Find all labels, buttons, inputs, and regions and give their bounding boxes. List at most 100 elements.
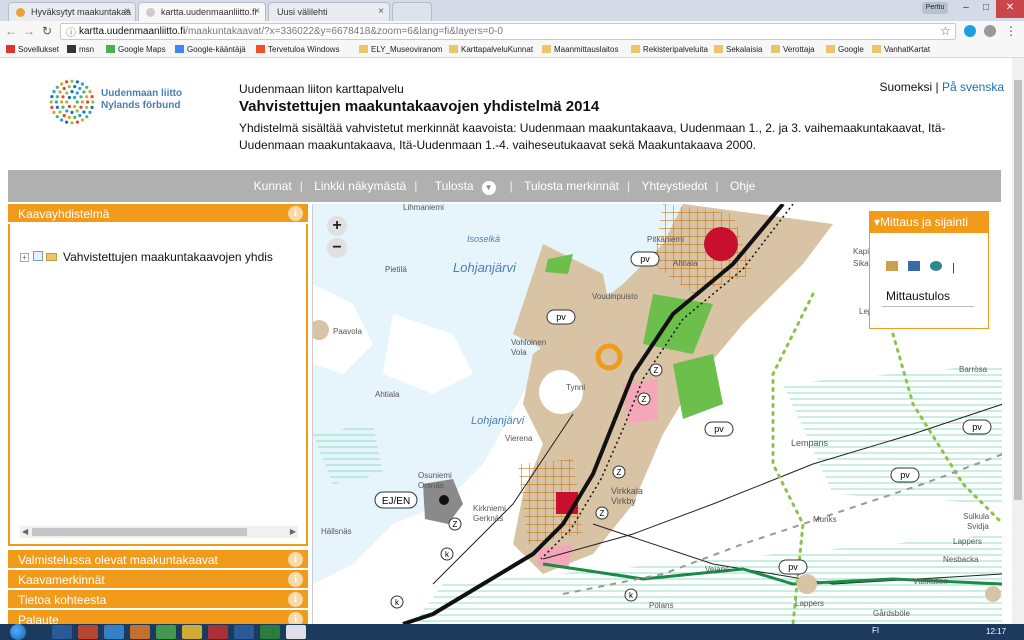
extension-icon[interactable]: [984, 25, 996, 37]
bookmark-star-icon[interactable]: ☆: [940, 24, 951, 38]
scrollbar-thumb[interactable]: [32, 528, 247, 536]
logo-dot: [58, 110, 62, 114]
expand-icon[interactable]: +: [20, 253, 29, 262]
measure-panel-header[interactable]: ▾Mittaus ja sijainti: [870, 212, 988, 233]
info-icon[interactable]: i: [288, 572, 303, 587]
section-valmistelussa-header[interactable]: Valmistelussa olevat maakuntakaavat i: [8, 550, 308, 570]
bookmark-item[interactable]: Sekalaisia: [714, 45, 762, 54]
info-icon[interactable]: i: [288, 612, 303, 624]
logo-dot: [55, 115, 59, 119]
section-kaavamerkinnat-header[interactable]: Kaavamerkinnät i: [8, 570, 308, 590]
back-icon[interactable]: ←: [4, 24, 18, 38]
minimize-icon[interactable]: –: [956, 0, 976, 18]
lang-swedish-link[interactable]: På svenska: [942, 80, 1004, 94]
bookmark-item[interactable]: Sovellukset: [6, 45, 59, 54]
section-kaavayhdistelma-header[interactable]: Kaavayhdistelmä i: [8, 204, 308, 224]
zoom-in-button[interactable]: +: [327, 216, 347, 236]
reload-icon[interactable]: ↻: [40, 24, 54, 38]
bookmark-item[interactable]: msn: [67, 45, 94, 54]
scroll-right-icon[interactable]: ▶: [290, 526, 296, 538]
bookmark-item[interactable]: Rekisteripalveluita: [631, 45, 708, 54]
place-label: Vierena: [505, 434, 533, 443]
bookmark-item[interactable]: Verottaja: [771, 45, 815, 54]
measure-area-icon[interactable]: [908, 261, 920, 271]
close-icon[interactable]: ×: [254, 6, 260, 17]
bookmark-item[interactable]: KarttapalveluKunnat: [449, 45, 533, 54]
logo-dot: [73, 115, 77, 119]
menu-item-kunnat[interactable]: Kunnat: [254, 179, 292, 193]
tray-language[interactable]: FI: [872, 626, 879, 635]
section-title: Palaute: [18, 613, 59, 624]
place-label: Virkkala: [611, 486, 643, 496]
browser-tab-3[interactable]: Uusi välilehti ×: [268, 2, 390, 21]
bookmark-item[interactable]: ELY_Museoviranom: [359, 45, 442, 54]
close-window-icon[interactable]: ✕: [996, 0, 1024, 18]
url-input[interactable]: ⓘ kartta.uudenmaanliitto.fi/maakuntakaav…: [60, 23, 956, 40]
taskbar-app-icon[interactable]: [78, 625, 98, 639]
logo-dot: [54, 100, 58, 104]
taskbar-app-icon[interactable]: [52, 625, 72, 639]
menu-item-ohje[interactable]: Ohje: [730, 179, 755, 193]
layer-checkbox[interactable]: [33, 251, 43, 261]
menu-separator: |: [414, 179, 418, 193]
start-button[interactable]: [10, 624, 26, 640]
taskbar-app-icon[interactable]: [130, 625, 150, 639]
page-info-icon[interactable]: ⓘ: [66, 26, 76, 41]
taskbar-app-icon[interactable]: [208, 625, 228, 639]
tree-item[interactable]: + Vahvistettujen maakuntakaavojen yhdis: [20, 250, 273, 264]
page-scrollbar[interactable]: [1012, 58, 1024, 624]
info-icon[interactable]: i: [288, 592, 303, 607]
scroll-left-icon[interactable]: ◀: [22, 526, 28, 538]
new-tab-button[interactable]: [392, 2, 432, 21]
section-title: Kaavamerkinnät: [18, 573, 105, 587]
zoom-out-button[interactable]: −: [327, 238, 347, 258]
forward-icon[interactable]: →: [22, 24, 36, 38]
measure-panel: ▾Mittaus ja sijainti | Mittaustulos: [869, 211, 989, 329]
maximize-icon[interactable]: □: [976, 0, 996, 18]
measure-distance-icon[interactable]: [886, 261, 898, 271]
info-icon[interactable]: i: [288, 552, 303, 567]
menu-item-yhteystiedot[interactable]: Yhteystiedot: [641, 179, 707, 193]
bookmark-item[interactable]: Tervetuloa Windows: [256, 45, 340, 54]
lang-separator: |: [935, 80, 939, 94]
profile-chip[interactable]: Perttu: [922, 2, 948, 14]
info-icon[interactable]: i: [288, 206, 303, 221]
horizontal-scrollbar[interactable]: ◀ ▶: [20, 526, 298, 538]
scrollbar-thumb[interactable]: [1014, 80, 1022, 500]
close-icon[interactable]: ×: [378, 6, 384, 17]
menu-icon[interactable]: ⋮: [1004, 24, 1018, 38]
bookmark-item[interactable]: Google Maps: [106, 45, 166, 54]
bookmark-item[interactable]: Google: [826, 45, 864, 54]
taskbar-app-icon[interactable]: [260, 625, 280, 639]
red-circle-marker[interactable]: [704, 227, 738, 261]
taskbar-app-icon[interactable]: [156, 625, 176, 639]
place-label: Kirkniemi: [473, 504, 506, 513]
section-tietoa-kohteesta-header[interactable]: Tietoa kohteesta i: [8, 590, 308, 610]
map-view[interactable]: pv pv pv pv pv pv EJ/EN Z Z Z Z Z k k k …: [312, 204, 1002, 624]
bookmark-item[interactable]: Google-kääntäjä: [175, 45, 246, 54]
taskbar-app-icon[interactable]: [182, 625, 202, 639]
clock[interactable]: 12:17: [986, 627, 1006, 636]
logo-dot: [85, 85, 89, 89]
lang-current[interactable]: Suomeksi: [879, 80, 932, 94]
taskbar-app-icon[interactable]: [104, 625, 124, 639]
chevron-down-icon[interactable]: ▼: [481, 181, 496, 195]
close-icon[interactable]: ×: [124, 6, 130, 17]
menu-item-tulosta-merkinnat[interactable]: Tulosta merkinnät: [524, 179, 619, 193]
divider: [882, 306, 974, 307]
bookmark-item[interactable]: VanhatKartat: [872, 45, 930, 54]
section-title: Tietoa kohteesta: [18, 593, 107, 607]
section-palaute-header[interactable]: Palaute i: [8, 610, 308, 624]
globe-icon[interactable]: [930, 261, 942, 271]
extension-icon[interactable]: [964, 25, 976, 37]
browser-tab-2[interactable]: kartta.uudenmaanliitto.fi ×: [138, 2, 266, 21]
menu-item-linkki[interactable]: Linkki näkymästä: [314, 179, 406, 193]
logo-dot: [52, 90, 56, 94]
browser-tab-1[interactable]: Hyväksytyt maakuntakaa ×: [8, 2, 136, 21]
taskbar-app-icon[interactable]: [286, 625, 306, 639]
taskbar-app-icon[interactable]: [234, 625, 254, 639]
menu-item-tulosta[interactable]: Tulosta ▼: [429, 179, 502, 195]
bookmark-item[interactable]: Maanmittauslaitos: [542, 45, 618, 54]
page-title: Vahvistettujen maakuntakaavojen yhdistel…: [239, 98, 600, 115]
measure-panel-title: Mittaus ja sijainti: [880, 215, 969, 229]
